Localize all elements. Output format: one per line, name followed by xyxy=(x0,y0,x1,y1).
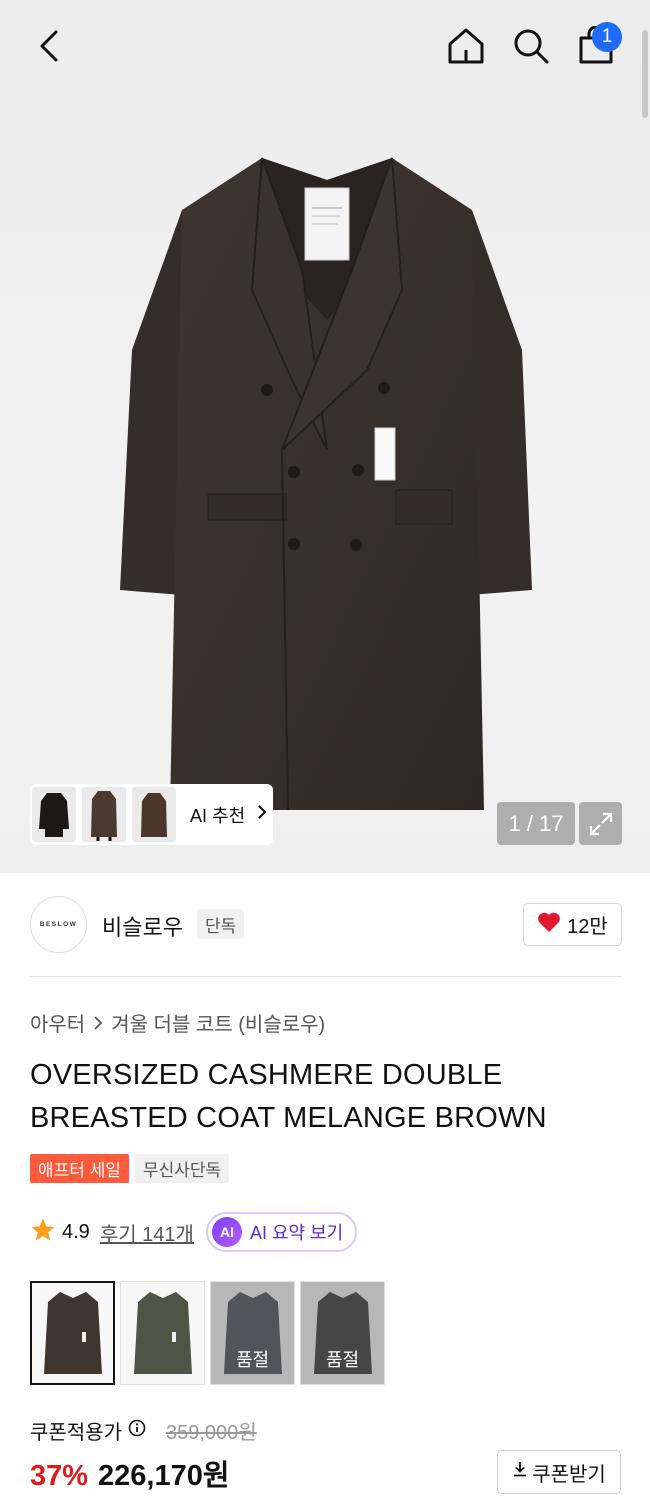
soldout-label: 품절 xyxy=(301,1282,384,1384)
breadcrumb-category[interactable]: 아우터 xyxy=(30,1008,85,1037)
final-price-row: 37% 226,170원 xyxy=(30,1452,230,1494)
like-count: 12만 xyxy=(567,916,608,938)
star-icon xyxy=(30,1217,56,1248)
coupon-button-label: 쿠폰받기 xyxy=(532,1463,606,1486)
recommend-thumbnail[interactable] xyxy=(132,787,176,842)
expand-icon[interactable] xyxy=(579,802,622,845)
rating-score: 4.9 xyxy=(62,1220,90,1243)
soldout-label: 품절 xyxy=(211,1282,294,1384)
rating-row: 4.9 후기 141개 AI AI 요약 보기 xyxy=(30,1212,358,1252)
heart-icon xyxy=(537,911,561,939)
like-button[interactable]: 12만 xyxy=(523,903,622,946)
review-count-link[interactable]: 후기 141개 xyxy=(100,1218,194,1247)
recommend-thumbnail[interactable] xyxy=(82,787,126,842)
breadcrumb: 아우터 겨울 더블 코트 (비슬로우) xyxy=(30,1008,325,1037)
cart-count-badge: 1 xyxy=(592,22,622,52)
chevron-right-icon xyxy=(257,804,267,825)
coupon-download-button[interactable]: 쿠폰받기 xyxy=(497,1450,621,1494)
coupon-price-label: 쿠폰적용가 xyxy=(30,1422,122,1444)
ai-summary-button[interactable]: AI AI 요약 보기 xyxy=(205,1212,358,1252)
color-option-black[interactable]: 품절 xyxy=(300,1281,385,1385)
scrollbar[interactable] xyxy=(642,30,648,118)
search-icon[interactable] xyxy=(507,22,555,70)
product-title: OVERSIZED CASHMERE DOUBLE BREASTED COAT … xyxy=(30,1059,547,1134)
info-icon[interactable] xyxy=(128,1419,146,1443)
recommend-thumbnail[interactable] xyxy=(32,787,76,842)
discount-rate: 37% xyxy=(30,1460,89,1492)
color-options: 품절 품절 xyxy=(30,1281,385,1385)
back-icon[interactable] xyxy=(26,22,74,70)
color-option-khaki[interactable] xyxy=(120,1281,205,1385)
final-price: 226,170원 xyxy=(98,1460,230,1492)
image-counter: 1 / 17 xyxy=(497,802,575,845)
top-navigation: 1 xyxy=(0,0,650,96)
sale-tag: 애프터 세일 xyxy=(30,1154,129,1183)
color-option-navy[interactable]: 품절 xyxy=(210,1281,295,1385)
breadcrumb-subcategory[interactable]: 겨울 더블 코트 (비슬로우) xyxy=(111,1008,325,1037)
product-gallery[interactable]: 1 AI 추천 1 / 17 xyxy=(0,0,650,873)
ai-recommend-strip[interactable]: AI 추천 xyxy=(30,784,273,845)
ai-recommend-label: AI 추천 xyxy=(190,805,246,826)
chevron-right-icon xyxy=(94,1015,103,1030)
download-icon xyxy=(512,1460,528,1484)
brand-row: BESLOW 비슬로우 단독 12만 xyxy=(30,896,622,956)
ai-summary-label: AI 요약 보기 xyxy=(249,1223,344,1243)
brand-logo[interactable]: BESLOW xyxy=(30,896,87,953)
exclusive-tag: 무신사단독 xyxy=(134,1154,230,1183)
home-icon[interactable] xyxy=(442,22,490,70)
divider xyxy=(30,976,622,977)
ai-icon: AI xyxy=(211,1217,242,1247)
original-price: 359,000원 xyxy=(166,1422,257,1444)
brand-name[interactable]: 비슬로우 xyxy=(102,910,183,942)
product-image-coat xyxy=(120,157,532,811)
color-option-brown[interactable] xyxy=(30,1281,115,1385)
brand-exclusive-badge: 단독 xyxy=(197,909,245,939)
product-tags: 애프터 세일 무신사단독 xyxy=(30,1154,230,1183)
coupon-price-row: 쿠폰적용가 359,000원 xyxy=(30,1416,257,1445)
